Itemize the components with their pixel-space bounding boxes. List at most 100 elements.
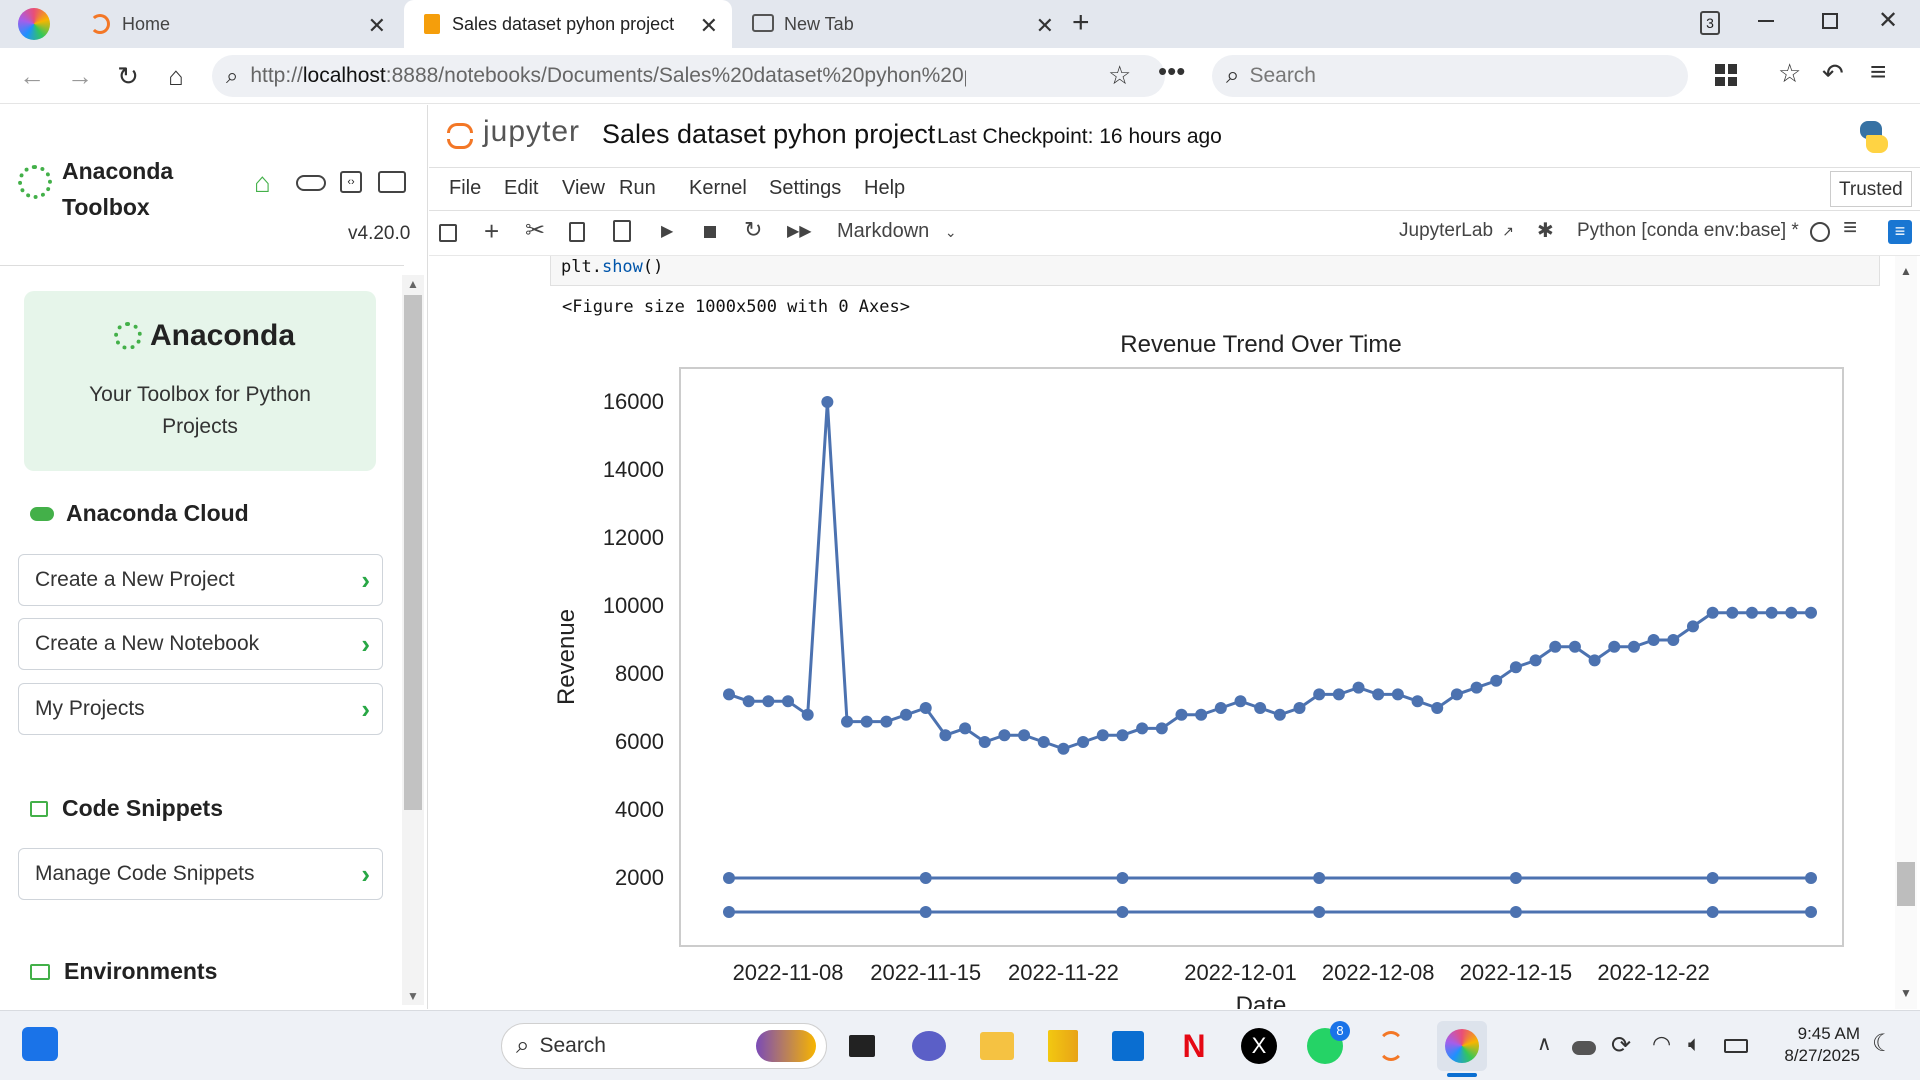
copy-icon[interactable]	[569, 222, 585, 242]
menu-hamburger-icon[interactable]: ≡	[1870, 56, 1886, 88]
code-snippet-icon[interactable]: ‹›	[340, 171, 362, 193]
wifi-icon[interactable]: ◠	[1652, 1031, 1671, 1057]
favorites-icon[interactable]: ☆	[1778, 58, 1801, 89]
data-point	[1273, 708, 1286, 721]
menu-settings[interactable]: Settings	[769, 177, 841, 200]
close-tab-icon[interactable]: ✕	[368, 13, 386, 39]
data-point	[742, 695, 755, 708]
bookmark-star-icon[interactable]: ☆	[1108, 60, 1131, 91]
data-point	[1313, 906, 1326, 918]
data-point	[1805, 906, 1817, 918]
data-point	[1352, 681, 1365, 694]
active-app-indicator	[1447, 1073, 1477, 1077]
menu-edit[interactable]: Edit	[504, 177, 538, 200]
data-point	[1647, 634, 1660, 646]
notifications-moon-icon[interactable]: ☾	[1872, 1029, 1894, 1058]
close-tab-icon[interactable]: ✕	[1036, 13, 1054, 39]
scroll-down-arrow-icon[interactable]: ▼	[1900, 986, 1912, 1000]
reload-icon[interactable]: ↻	[112, 60, 144, 92]
home-outline-icon[interactable]: ⌂	[254, 167, 271, 199]
minimize-window-icon[interactable]	[1758, 20, 1774, 22]
scroll-up-arrow-icon[interactable]: ▲	[1900, 264, 1912, 278]
browser-logo-icon[interactable]	[18, 8, 50, 40]
run-icon[interactable]: ▶	[661, 221, 673, 241]
volume-icon[interactable]: 🔈︎	[1688, 1031, 1701, 1057]
home-icon[interactable]: ⌂	[160, 60, 192, 92]
x-app-icon[interactable]: X	[1240, 1027, 1278, 1065]
more-options-icon[interactable]: •••	[1158, 56, 1185, 87]
scroll-down-arrow-icon[interactable]: ▼	[407, 989, 419, 1003]
menu-file[interactable]: File	[449, 177, 481, 200]
fast-forward-icon[interactable]: ▶▶	[787, 221, 812, 241]
tab-count-badge[interactable]: 3	[1700, 11, 1720, 35]
list-icon[interactable]: ≡	[1843, 214, 1857, 242]
tab-new-tab[interactable]: New Tab ✕	[738, 0, 1068, 48]
menu-run[interactable]: Run	[619, 177, 656, 200]
cut-icon[interactable]: ✂	[525, 216, 545, 245]
scrollbar-thumb[interactable]	[404, 295, 422, 810]
restore-window-icon[interactable]	[1822, 13, 1838, 29]
debugger-bug-icon[interactable]: ✱	[1537, 218, 1554, 243]
sync-icon[interactable]: ⟳	[1611, 1031, 1631, 1060]
add-cell-icon[interactable]: +	[484, 216, 499, 247]
x-tick-label: 2022-12-08	[1322, 960, 1435, 985]
notebook-scrollbar[interactable]: ▲ ▼	[1895, 256, 1917, 1009]
back-icon[interactable]: ←	[16, 60, 48, 92]
tab-sales-notebook[interactable]: Sales dataset pyhon project ✕	[404, 0, 732, 48]
browser-search-box[interactable]: ⌕ Search	[1212, 55, 1688, 97]
taskbar-search-box[interactable]: ⌕ Search	[501, 1023, 827, 1069]
teams-chat-icon[interactable]	[910, 1027, 948, 1065]
scrollbar-thumb[interactable]	[1897, 862, 1915, 906]
task-view-icon[interactable]	[843, 1027, 881, 1065]
battery-icon[interactable]	[1724, 1039, 1748, 1053]
menu-view[interactable]: View	[562, 177, 605, 200]
sidebar-scrollbar[interactable]: ▲ ▼	[402, 275, 424, 1005]
widgets-icon[interactable]	[22, 1027, 58, 1061]
toc-panel-icon[interactable]: ≡	[1888, 220, 1912, 244]
address-bar[interactable]: ⌕ http:// localhost :8888/notebooks/Docu…	[212, 55, 1165, 97]
new-tab-plus-icon[interactable]: +	[1072, 6, 1090, 40]
onedrive-icon[interactable]	[1572, 1041, 1596, 1055]
scroll-up-arrow-icon[interactable]: ▲	[407, 277, 419, 291]
microsoft-store-icon[interactable]	[1109, 1027, 1147, 1065]
cloud-icon[interactable]	[296, 175, 326, 191]
chevron-up-icon[interactable]: ∧	[1537, 1031, 1552, 1056]
my-projects-button[interactable]: My Projects ›	[18, 683, 383, 735]
notebook-title[interactable]: Sales dataset pyhon project	[602, 119, 935, 150]
manage-code-snippets-button[interactable]: Manage Code Snippets ›	[18, 848, 383, 900]
browser-taskbar-icon[interactable]	[1437, 1021, 1487, 1071]
file-explorer-icon[interactable]	[978, 1027, 1016, 1065]
create-new-project-button[interactable]: Create a New Project ›	[18, 554, 383, 606]
close-tab-icon[interactable]: ✕	[700, 13, 718, 39]
jupyterlab-link[interactable]: JupyterLab ↗	[1399, 220, 1514, 242]
data-point	[900, 708, 913, 721]
extensions-grid-icon[interactable]	[1715, 64, 1737, 86]
save-icon[interactable]	[439, 224, 457, 242]
create-new-notebook-button[interactable]: Create a New Notebook ›	[18, 618, 383, 670]
windows-start-icon[interactable]	[443, 1027, 477, 1061]
restart-icon[interactable]: ↻	[744, 217, 762, 243]
trusted-indicator[interactable]: Trusted	[1830, 171, 1912, 207]
stop-icon[interactable]	[704, 226, 716, 238]
cell-type-select[interactable]: Markdown ⌄	[837, 220, 957, 243]
undo-icon[interactable]: ↶	[1822, 58, 1844, 89]
jupyter-taskbar-icon[interactable]	[1372, 1027, 1410, 1065]
kernel-name[interactable]: Python [conda env:base] *	[1577, 220, 1799, 242]
environment-icon[interactable]	[378, 171, 406, 193]
data-point	[1470, 681, 1483, 694]
menu-help[interactable]: Help	[864, 177, 905, 200]
code-cell[interactable]: plt.show()	[550, 256, 1880, 286]
forward-icon[interactable]: →	[64, 60, 96, 92]
tab-home[interactable]: Home ✕	[70, 0, 400, 48]
y-tick-label: 14000	[603, 457, 664, 482]
menu-kernel[interactable]: Kernel	[689, 177, 747, 200]
whatsapp-icon[interactable]: 8	[1306, 1021, 1350, 1065]
netflix-icon[interactable]: N	[1175, 1027, 1213, 1065]
clock[interactable]: 9:45 AM 8/27/2025	[1770, 1023, 1860, 1067]
paste-icon[interactable]	[613, 220, 631, 242]
data-point	[821, 396, 834, 408]
power-bi-icon[interactable]	[1044, 1027, 1082, 1065]
close-window-icon[interactable]: ✕	[1878, 6, 1898, 35]
external-link-icon: ↗	[1502, 223, 1515, 239]
jupyter-logo-icon[interactable]	[447, 119, 473, 153]
